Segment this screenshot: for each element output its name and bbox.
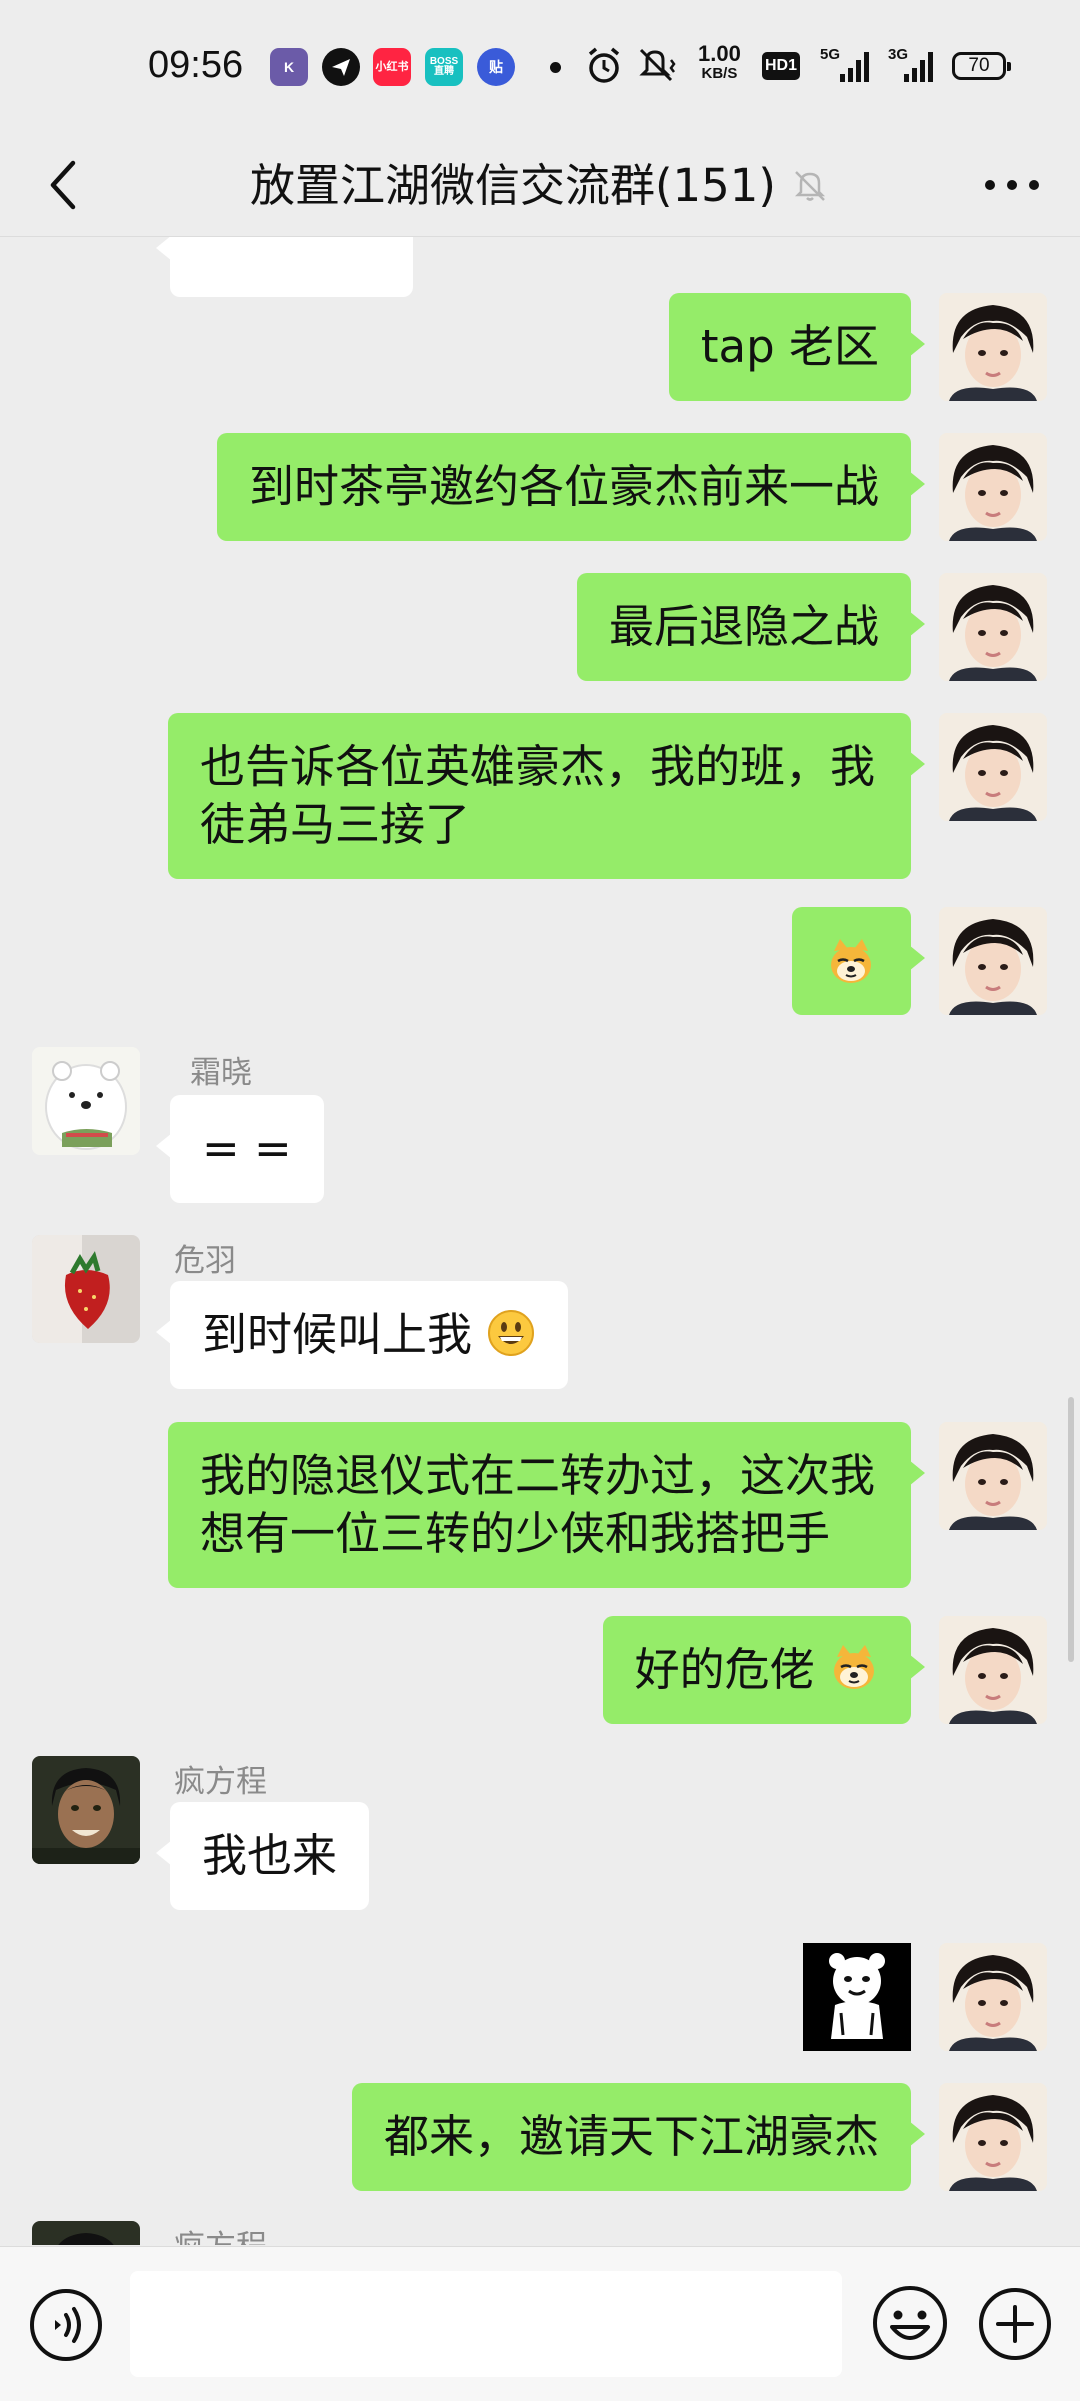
- avatar-me[interactable]: [939, 713, 1047, 821]
- grinning-emoji-icon: [488, 1310, 535, 1356]
- doge-emoji-icon: [831, 939, 871, 983]
- user-avatar-image: [939, 433, 1047, 541]
- mute-bell-icon: [794, 171, 826, 201]
- voice-icon: [30, 2289, 102, 2361]
- panda-meme-image: [803, 1943, 911, 2051]
- man-avatar-image: [32, 2221, 140, 2245]
- more-actions-button[interactable]: [976, 2285, 1054, 2363]
- app-notification-icon-boss: BOSS直聘: [425, 48, 463, 86]
- polar-bear-avatar-image: [32, 1047, 140, 1155]
- message-bubble-out[interactable]: 我的隐退仪式在二转办过，这次我 想有一位三转的少侠和我搭把手: [168, 1422, 925, 1588]
- user-avatar-image: [939, 907, 1047, 1015]
- signal-strength-icon-2: [904, 52, 933, 82]
- message-bubble-partial[interactable]: [156, 237, 413, 297]
- sender-name: 疯方程: [174, 1764, 267, 1800]
- avatar-me[interactable]: [939, 293, 1047, 401]
- mute-vibrate-icon: [639, 48, 676, 82]
- message-bubble-out[interactable]: tap 老区: [668, 293, 926, 401]
- user-avatar-image: [939, 1616, 1047, 1724]
- network-speed: 1.00 KB/S: [698, 41, 741, 83]
- avatar-me[interactable]: [939, 1422, 1047, 1530]
- voice-input-button[interactable]: [28, 2287, 104, 2363]
- more-dots-icon: [985, 180, 1039, 190]
- user-avatar-image: [939, 573, 1047, 681]
- message-input[interactable]: [130, 2271, 842, 2377]
- network-type-5g: 5G: [820, 46, 841, 63]
- message-bubble-out[interactable]: 好的危佬: [602, 1616, 926, 1724]
- notification-dot: [550, 62, 561, 73]
- hd-voice-badge: HD1: [762, 52, 800, 80]
- status-time: 09:56: [148, 44, 244, 86]
- app-notification-icon-tieba: 贴: [477, 48, 515, 86]
- message-bubble-in[interactable]: 到时候叫上我: [155, 1281, 569, 1389]
- chat-header: 放置江湖微信交流群(151): [0, 136, 1080, 237]
- emoji-icon: [873, 2286, 947, 2360]
- user-avatar-image: [939, 2083, 1047, 2191]
- message-bubble-in[interactable]: = =: [156, 1095, 324, 1203]
- avatar-shuangxiao[interactable]: [32, 1047, 140, 1155]
- chat-message-list[interactable]: tap 老区 到时茶亭邀约各位豪杰前来一战 最后退隐之战 也告诉各位英雄豪杰，我…: [0, 237, 1080, 2245]
- battery-indicator: 70: [952, 52, 1011, 80]
- avatar-me[interactable]: [939, 2083, 1047, 2191]
- signal-strength-icon: [840, 52, 869, 82]
- message-bubble-emoji[interactable]: [792, 907, 925, 1015]
- plus-icon: [979, 2288, 1051, 2360]
- message-bubble-out[interactable]: 最后退隐之战: [576, 573, 926, 681]
- user-avatar-image: [939, 1943, 1047, 2051]
- status-bar: 09:56 K 小红书 BOSS直聘 贴 1.00 KB/S HD1 5G 3G…: [0, 0, 1080, 136]
- avatar-weiyu[interactable]: [32, 1235, 140, 1343]
- message-bubble-out[interactable]: 也告诉各位英雄豪杰，我的班，我 徒弟马三接了: [168, 713, 925, 879]
- chat-input-bar: [0, 2246, 1080, 2401]
- alarm-icon: [588, 47, 620, 83]
- avatar-me[interactable]: [939, 433, 1047, 541]
- emoji-button[interactable]: [870, 2283, 950, 2363]
- avatar-me[interactable]: [939, 573, 1047, 681]
- paper-plane-icon: [332, 59, 350, 76]
- user-avatar-image: [939, 293, 1047, 401]
- strawberry-avatar-image: [32, 1235, 140, 1343]
- user-avatar-image: [939, 1422, 1047, 1530]
- message-bubble-out[interactable]: 都来，邀请天下江湖豪杰: [351, 2083, 926, 2191]
- message-bubble-out[interactable]: 到时茶亭邀约各位豪杰前来一战: [216, 433, 926, 541]
- man-avatar-image: [32, 1756, 140, 1864]
- chat-title-container: 放置江湖微信交流群(151): [0, 136, 1080, 236]
- sender-name: 霜晓: [190, 1055, 252, 1091]
- panda-meme-sticker[interactable]: [803, 1943, 911, 2051]
- sender-name: 疯方程: [174, 2221, 267, 2245]
- sender-name: 危羽: [174, 1243, 236, 1279]
- avatar-me[interactable]: [939, 1616, 1047, 1724]
- avatar-me[interactable]: [939, 1943, 1047, 2051]
- avatar-fengfangcheng[interactable]: [32, 2221, 140, 2245]
- app-notification-icon-k: K: [270, 48, 308, 86]
- more-options-button[interactable]: [972, 150, 1052, 220]
- user-avatar-image: [939, 713, 1047, 821]
- doge-emoji-icon: [834, 1645, 874, 1689]
- app-notification-icon-dark: [322, 48, 360, 86]
- chat-scrollbar[interactable]: [1068, 1397, 1074, 1662]
- chat-title[interactable]: 放置江湖微信交流群(151): [250, 136, 776, 236]
- avatar-me[interactable]: [939, 907, 1047, 1015]
- app-notification-icon-xiaohongshu: 小红书: [373, 48, 411, 86]
- avatar-fengfangcheng[interactable]: [32, 1756, 140, 1864]
- message-bubble-in[interactable]: 我也来: [155, 1802, 370, 1910]
